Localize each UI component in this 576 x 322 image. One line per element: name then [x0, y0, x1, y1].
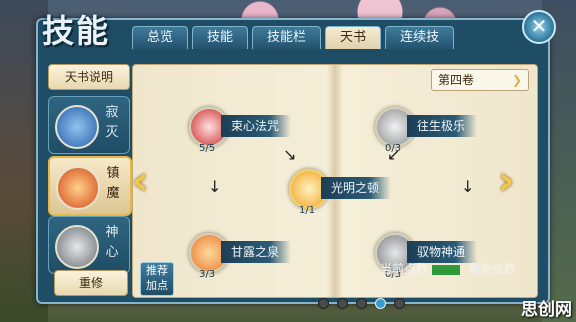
arrow-diagonal-icon: ↘	[283, 145, 297, 164]
sidebar-item-label: 镇魔	[106, 166, 120, 201]
page-indicator	[318, 298, 405, 309]
current-points-bar	[432, 264, 461, 275]
skill-name: 光明之顿	[321, 177, 392, 199]
tab-skill-bar[interactable]: 技能栏	[252, 26, 322, 49]
tab-skills[interactable]: 技能	[192, 26, 249, 49]
flame-icon	[56, 166, 100, 210]
page-dot-active[interactable]	[375, 298, 386, 309]
skill-name: 甘露之泉	[221, 241, 292, 263]
page-dot[interactable]	[394, 298, 405, 309]
skill-level: 1/1	[299, 205, 316, 216]
arrow-diagonal-icon: ↙	[387, 145, 401, 164]
next-page-button[interactable]: ›	[498, 158, 514, 204]
chevron-left-icon: ‹	[132, 158, 149, 204]
reset-button[interactable]: 重修	[54, 270, 128, 296]
skill-name: 往生极乐	[407, 115, 478, 137]
skill-level: 3/3	[199, 269, 216, 280]
window-title: 技能	[42, 12, 111, 50]
points-status: 当前点数 剩余点数	[380, 260, 516, 277]
chevron-down-icon: ❯	[511, 73, 522, 87]
spirit-icon	[55, 225, 99, 269]
sidebar-item-zhenmo[interactable]: 镇魔	[48, 156, 132, 216]
sidebar-item-jimie[interactable]: 寂灭	[48, 96, 130, 154]
sidebar-item-label: 神心	[105, 225, 119, 260]
recommend-points-button[interactable]: 推荐 加点	[140, 262, 174, 296]
watermark-logo: 思创网	[521, 300, 572, 320]
close-icon: ✕	[530, 14, 548, 38]
chevron-right-icon: ›	[498, 158, 515, 204]
arrow-down-icon: ↓	[461, 177, 475, 196]
volume-label: 第四卷	[438, 73, 475, 87]
prev-page-button[interactable]: ‹	[132, 158, 148, 204]
sidebar-item-shenxin[interactable]: 神心	[48, 216, 130, 274]
buddha-icon	[55, 105, 99, 149]
arrow-down-icon: ↓	[208, 177, 222, 196]
skill-name: 束心法咒	[221, 115, 292, 137]
book-info-button[interactable]: 天书说明	[48, 64, 130, 90]
tab-combo[interactable]: 连续技	[385, 26, 455, 49]
skill-level: 5/5	[199, 143, 216, 154]
page-dot[interactable]	[318, 298, 329, 309]
close-button[interactable]: ✕	[522, 10, 556, 44]
sidebar: 天书说明 寂灭 镇魔 神心	[46, 64, 132, 296]
remaining-points-label: 剩余点数	[467, 262, 516, 276]
tab-heavenly-book[interactable]: 天书	[325, 26, 382, 49]
tab-bar: 总览 技能 技能栏 天书 连续技	[132, 26, 455, 49]
current-points-label: 当前点数	[380, 262, 429, 276]
volume-selector[interactable]: 第四卷 ❯	[431, 69, 529, 91]
sidebar-item-label: 寂灭	[105, 105, 119, 140]
tab-overview[interactable]: 总览	[132, 26, 189, 49]
page-dot[interactable]	[356, 298, 367, 309]
page-dot[interactable]	[337, 298, 348, 309]
